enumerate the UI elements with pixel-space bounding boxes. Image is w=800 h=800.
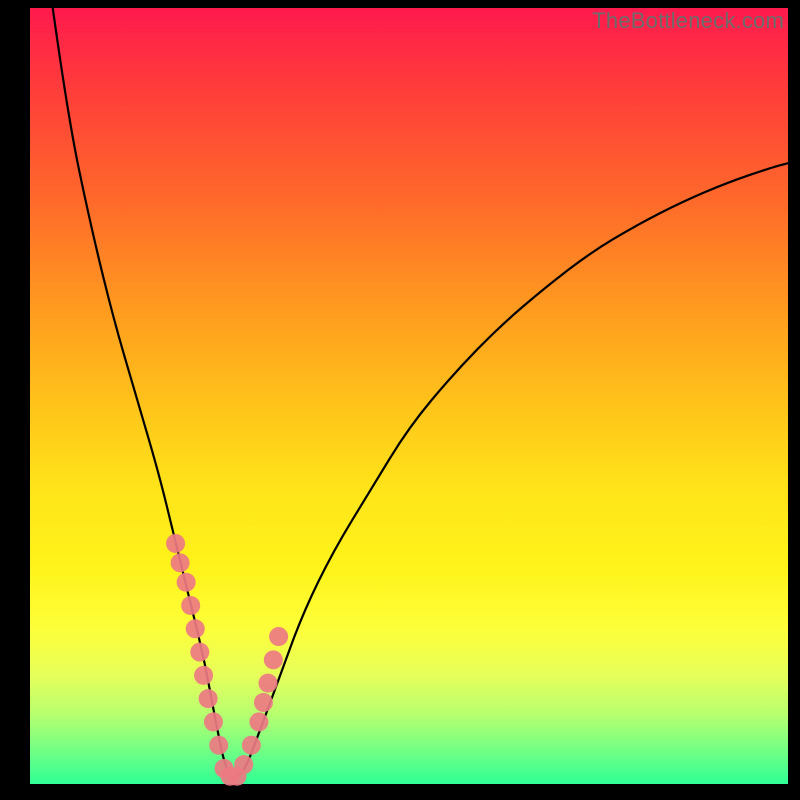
data-point xyxy=(194,666,213,685)
data-point xyxy=(186,619,205,638)
data-point xyxy=(177,573,196,592)
data-point xyxy=(259,674,278,693)
bottleneck-curve-plot xyxy=(0,0,800,800)
data-point xyxy=(269,627,288,646)
data-point xyxy=(234,755,253,774)
data-point xyxy=(190,643,209,662)
data-point xyxy=(199,689,218,708)
data-point xyxy=(181,596,200,615)
data-point xyxy=(254,693,273,712)
data-point xyxy=(204,712,223,731)
data-point xyxy=(242,736,261,755)
data-point xyxy=(264,650,283,669)
data-point xyxy=(209,736,228,755)
data-point xyxy=(171,553,190,572)
data-point xyxy=(249,712,268,731)
data-point xyxy=(166,534,185,553)
bottleneck-curve xyxy=(53,8,788,776)
